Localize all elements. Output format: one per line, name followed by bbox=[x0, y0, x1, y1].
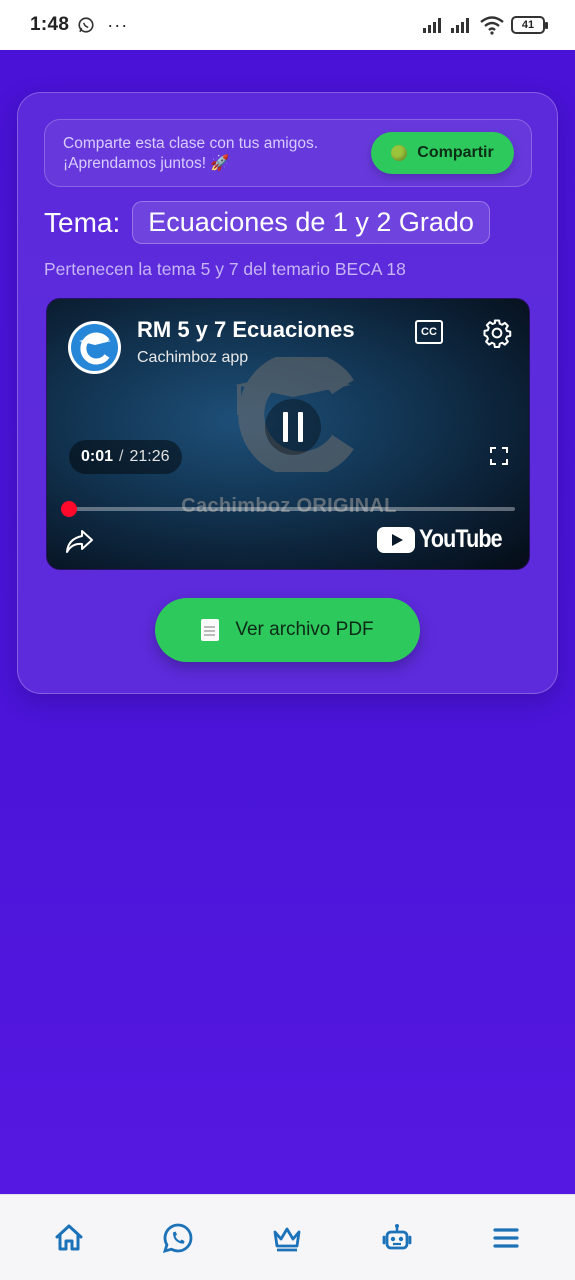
status-bar: 1:48 ··· 41 bbox=[0, 0, 575, 50]
topic-row: Tema: Ecuaciones de 1 y 2 Grado bbox=[44, 201, 490, 244]
captions-icon[interactable]: CC bbox=[415, 320, 443, 344]
youtube-logo[interactable]: YouTube bbox=[377, 525, 515, 554]
pause-button[interactable] bbox=[265, 399, 321, 455]
share-box: Comparte esta clase con tus amigos. ¡Apr… bbox=[44, 119, 532, 187]
nav-home[interactable] bbox=[39, 1208, 99, 1268]
video-player[interactable]: RM 5 y 7 Ecuaciones Cachimboz app CC 0:0… bbox=[46, 298, 530, 570]
crown-icon bbox=[274, 1227, 301, 1251]
topic-label: Tema: bbox=[44, 206, 121, 238]
gear-icon[interactable] bbox=[482, 318, 512, 348]
whatsapp-notification-icon bbox=[78, 17, 94, 33]
main-content: Comparte esta clase con tus amigos. ¡Apr… bbox=[0, 50, 575, 1194]
channel-avatar[interactable] bbox=[68, 321, 121, 374]
document-icon bbox=[201, 619, 220, 641]
share-button-label: Compartir bbox=[417, 144, 494, 161]
nav-menu[interactable] bbox=[476, 1208, 536, 1268]
signal-icon bbox=[423, 18, 441, 33]
menu-icon bbox=[493, 1227, 519, 1248]
topic-name: Ecuaciones de 1 y 2 Grado bbox=[132, 201, 490, 244]
signal-icon-2 bbox=[451, 18, 469, 33]
share-button[interactable]: Compartir bbox=[371, 132, 514, 174]
progress-bar[interactable] bbox=[61, 501, 515, 517]
youtube-label: YouTube bbox=[419, 525, 503, 553]
current-time: 0:01 bbox=[81, 448, 114, 465]
bottom-navigation bbox=[0, 1194, 575, 1280]
nav-whatsapp[interactable] bbox=[148, 1208, 208, 1268]
topic-subtitle: Pertenecen la tema 5 y 7 del temario BEC… bbox=[44, 259, 406, 279]
video-duration: 21:26 bbox=[129, 448, 170, 465]
youtube-play-icon bbox=[377, 526, 415, 553]
more-notifications-icon: ··· bbox=[107, 14, 129, 35]
cachimboz-logo-icon bbox=[78, 332, 111, 364]
green-circle-icon bbox=[391, 145, 408, 161]
home-icon bbox=[55, 1224, 83, 1250]
view-pdf-button[interactable]: Ver archivo PDF bbox=[155, 598, 420, 662]
nav-assistant[interactable] bbox=[367, 1208, 427, 1268]
share-message: Comparte esta clase con tus amigos. ¡Apr… bbox=[63, 134, 318, 174]
share-line-2: ¡Aprendamos juntos! 🚀 bbox=[63, 155, 230, 172]
lesson-card: Comparte esta clase con tus amigos. ¡Apr… bbox=[17, 92, 558, 694]
fullscreen-icon[interactable] bbox=[490, 447, 508, 465]
video-channel[interactable]: Cachimboz app bbox=[137, 349, 248, 367]
share-arrow-icon[interactable] bbox=[64, 527, 94, 555]
time-separator: / bbox=[119, 448, 124, 465]
robot-icon bbox=[382, 1223, 412, 1249]
view-pdf-label: Ver archivo PDF bbox=[235, 619, 374, 640]
nav-premium[interactable] bbox=[257, 1208, 317, 1268]
wifi-icon bbox=[480, 16, 504, 35]
time-display: 0:01 / 21:26 bbox=[69, 440, 182, 474]
video-title[interactable]: RM 5 y 7 Ecuaciones bbox=[137, 317, 355, 343]
whatsapp-icon bbox=[162, 1223, 193, 1253]
share-line-1: Comparte esta clase con tus amigos. bbox=[63, 135, 319, 152]
status-time: 1:48 bbox=[30, 14, 70, 35]
battery-icon: 41 bbox=[511, 16, 548, 34]
